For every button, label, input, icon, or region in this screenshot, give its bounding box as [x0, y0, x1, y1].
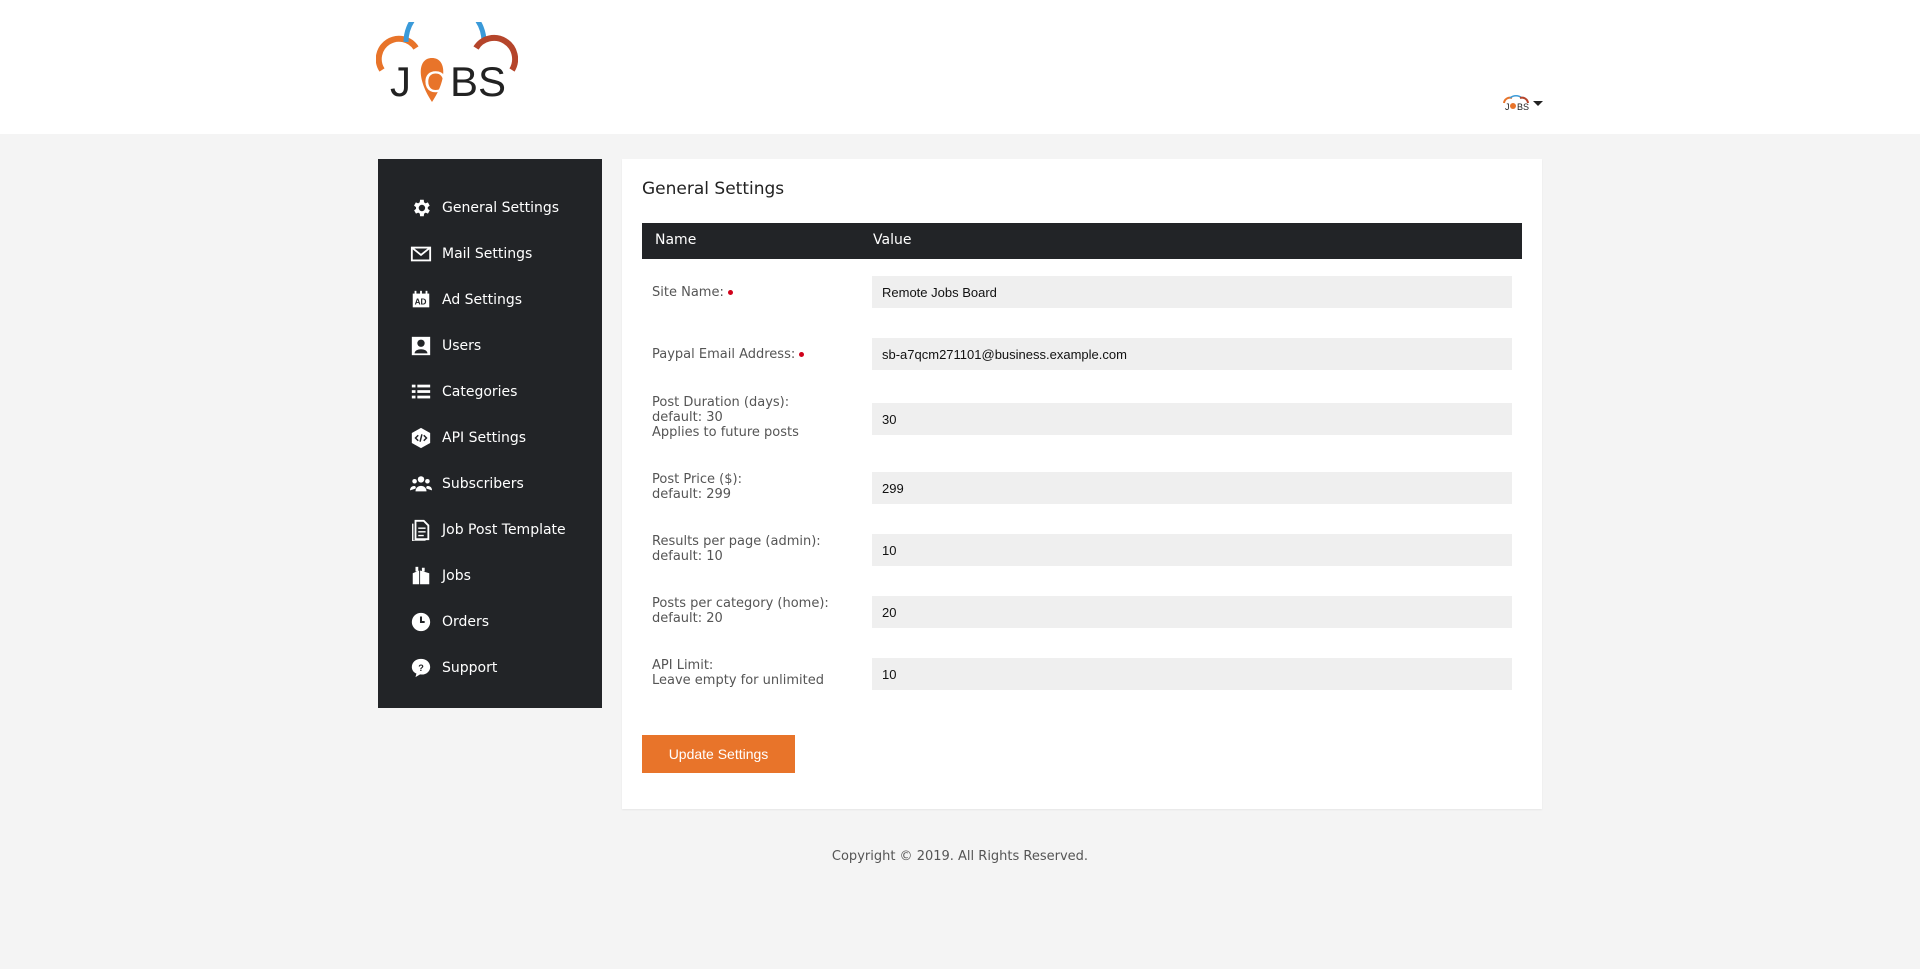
sidebar-item-jobs[interactable]: Jobs — [378, 553, 602, 599]
setting-row-post-price: Post Price ($): default: 299 — [642, 471, 1522, 511]
setting-label: Post Price ($): default: 299 — [652, 472, 862, 502]
post-price-input[interactable] — [872, 472, 1512, 504]
ad-icon: AD — [408, 287, 434, 313]
sidebar-item-mail-settings[interactable]: Mail Settings — [378, 231, 602, 277]
svg-text:AD: AD — [415, 298, 427, 307]
setting-label-text: Post Price ($): — [652, 472, 742, 487]
paypal-email-input[interactable] — [872, 338, 1512, 370]
setting-row-api-limit: API Limit: Leave empty for unlimited — [642, 657, 1522, 697]
sidebar-item-general-settings[interactable]: General Settings — [378, 185, 602, 231]
svg-text:J: J — [390, 58, 411, 105]
list-icon — [408, 379, 434, 405]
setting-row-site-name: Site Name: — [642, 274, 1522, 310]
page-title: General Settings — [642, 179, 785, 199]
update-settings-button[interactable]: Update Settings — [642, 735, 795, 773]
sidebar-item-label: Jobs — [442, 568, 471, 584]
setting-label-hint: Leave empty for unlimited — [652, 673, 824, 688]
envelope-icon — [408, 241, 434, 267]
gear-icon — [408, 195, 434, 221]
sidebar-item-label: Categories — [442, 384, 518, 400]
jobs-mini-logo-icon: J BS — [1502, 94, 1530, 112]
setting-label-hint: default: 10 — [652, 549, 723, 564]
footer: Copyright © 2019. All Rights Reserved. — [0, 849, 1920, 864]
setting-label: Site Name: — [652, 285, 862, 300]
sidebar-item-support[interactable]: ? Support — [378, 645, 602, 691]
clock-icon — [408, 609, 434, 635]
setting-label: Results per page (admin): default: 10 — [652, 534, 862, 564]
setting-row-posts-per-category: Posts per category (home): default: 20 — [642, 595, 1522, 635]
sidebar-item-label: Job Post Template — [442, 522, 566, 538]
required-indicator — [799, 352, 805, 357]
question-icon: ? — [408, 655, 434, 681]
sidebar-item-api-settings[interactable]: API Settings — [378, 415, 602, 461]
setting-label-hint: default: 30 — [652, 410, 723, 425]
sidebar-item-label: Orders — [442, 614, 490, 630]
setting-row-results-per-page: Results per page (admin): default: 10 — [642, 533, 1522, 573]
top-header: J O BS J BS — [0, 0, 1920, 134]
sidebar-item-subscribers[interactable]: Subscribers — [378, 461, 602, 507]
copyright-text: Copyright © 2019. All Rights Reserved. — [831, 849, 1089, 864]
svg-text:BS: BS — [450, 58, 506, 105]
user-icon — [408, 333, 434, 359]
user-menu-toggle[interactable]: J BS — [1502, 92, 1546, 114]
sidebar-item-label: General Settings — [442, 200, 560, 216]
setting-label-hint: Applies to future posts — [652, 425, 799, 440]
required-indicator — [727, 290, 733, 295]
sidebar-item-label: Mail Settings — [442, 246, 533, 262]
svg-text:O: O — [424, 66, 447, 99]
sidebar-item-ad-settings[interactable]: AD Ad Settings — [378, 277, 602, 323]
sidebar-item-job-post-template[interactable]: Job Post Template — [378, 507, 602, 553]
users-icon — [408, 471, 434, 497]
sidebar-item-label: Users — [442, 338, 482, 354]
svg-text:BS: BS — [1517, 102, 1529, 112]
sidebar-item-orders[interactable]: Orders — [378, 599, 602, 645]
svg-text:?: ? — [418, 663, 424, 673]
sidebar-item-label: Subscribers — [442, 476, 524, 492]
setting-row-post-duration: Post Duration (days): default: 30 Applie… — [642, 395, 1522, 451]
setting-label-text: Post Duration (days): — [652, 395, 790, 410]
setting-label-text: Site Name: — [652, 285, 724, 300]
setting-label: Post Duration (days): default: 30 Applie… — [652, 395, 862, 440]
setting-label-hint: default: 299 — [652, 487, 732, 502]
setting-label: Paypal Email Address: — [652, 347, 862, 362]
setting-label: Posts per category (home): default: 20 — [652, 596, 862, 626]
site-name-input[interactable] — [872, 276, 1512, 308]
column-header-name: Name — [655, 232, 697, 248]
setting-row-paypal-email: Paypal Email Address: — [642, 336, 1522, 372]
sidebar-item-label: Ad Settings — [442, 292, 523, 308]
briefcase-icon — [408, 563, 434, 589]
sidebar-item-label: Support — [442, 660, 498, 676]
jobs-logo-icon: J O BS — [376, 22, 518, 105]
setting-label-hint: default: 20 — [652, 611, 723, 626]
svg-text:J: J — [1505, 102, 1510, 112]
code-icon — [408, 425, 434, 451]
setting-label-text: Paypal Email Address: — [652, 347, 796, 362]
setting-label-text: API Limit: — [652, 658, 714, 673]
sidebar-item-label: API Settings — [442, 430, 527, 446]
setting-label-text: Results per page (admin): — [652, 534, 821, 549]
sidebar: General Settings Mail Settings AD Ad Set… — [378, 159, 602, 708]
posts-per-category-input[interactable] — [872, 596, 1512, 628]
post-duration-input[interactable] — [872, 403, 1512, 435]
column-header-value: Value — [873, 232, 912, 248]
setting-label: API Limit: Leave empty for unlimited — [652, 658, 862, 688]
setting-label-text: Posts per category (home): — [652, 596, 829, 611]
settings-panel: General Settings Name Value Site Name: P… — [622, 159, 1542, 809]
sidebar-item-users[interactable]: Users — [378, 323, 602, 369]
results-per-page-input[interactable] — [872, 534, 1512, 566]
document-icon — [408, 517, 434, 543]
api-limit-input[interactable] — [872, 658, 1512, 690]
caret-down-icon — [1533, 100, 1543, 106]
sidebar-item-categories[interactable]: Categories — [378, 369, 602, 415]
settings-table-header: Name Value — [642, 223, 1522, 259]
jobs-logo[interactable]: J O BS — [376, 22, 518, 108]
